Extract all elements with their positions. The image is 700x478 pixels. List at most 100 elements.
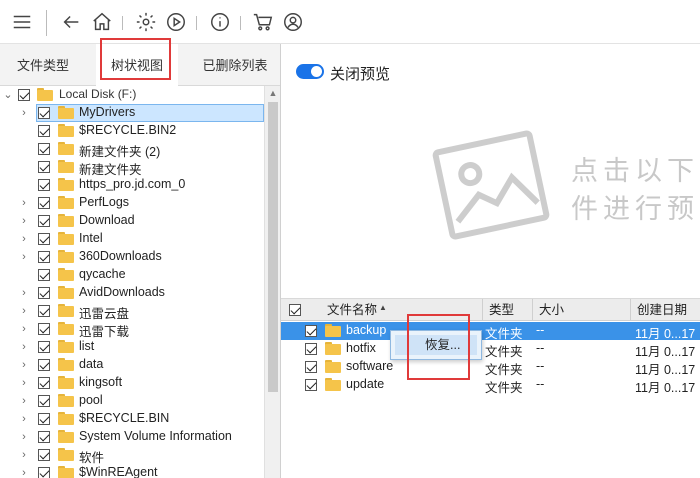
checkbox[interactable]: [38, 341, 50, 353]
checkbox[interactable]: [38, 107, 50, 119]
tree-item[interactable]: › list: [0, 338, 264, 356]
expand-right-icon[interactable]: ›: [19, 215, 29, 227]
expand-right-icon[interactable]: ›: [19, 233, 29, 245]
expand-right-icon[interactable]: ›: [19, 395, 29, 407]
expand-right-icon[interactable]: ›: [19, 305, 29, 317]
col-header-date[interactable]: 创建日期: [631, 299, 700, 321]
select-all-checkbox[interactable]: [289, 304, 301, 316]
tree-item[interactable]: qycache: [0, 266, 264, 284]
user-icon[interactable]: [281, 10, 305, 34]
checkbox[interactable]: [18, 89, 30, 101]
folder-icon: [58, 214, 74, 227]
tree-item[interactable]: › AvidDownloads: [0, 284, 264, 302]
expand-right-icon[interactable]: ›: [19, 377, 29, 389]
expand-right-icon[interactable]: ›: [19, 287, 29, 299]
table-row[interactable]: software 文件夹 -- 11月 0...17: [281, 358, 700, 377]
back-icon[interactable]: [59, 10, 83, 34]
checkbox[interactable]: [38, 143, 50, 155]
checkbox[interactable]: [38, 269, 50, 281]
folder-icon: [58, 448, 74, 461]
checkbox[interactable]: [38, 197, 50, 209]
view-tabs: 文件类型 树状视图 已删除列表: [0, 44, 280, 86]
tree-item[interactable]: › MyDrivers: [0, 104, 264, 122]
col-header-type[interactable]: 类型: [483, 299, 533, 321]
checkbox[interactable]: [38, 323, 50, 335]
restore-menu-item[interactable]: 恢复...: [395, 335, 477, 355]
expand-right-icon[interactable]: ›: [19, 413, 29, 425]
table-row[interactable]: update 文件夹 -- 11月 0...17: [281, 376, 700, 395]
tree-item[interactable]: › 迅雷云盘: [0, 302, 264, 321]
scroll-thumb[interactable]: [268, 102, 278, 392]
tree-item[interactable]: › pool: [0, 392, 264, 410]
tree-item[interactable]: › 软件: [0, 446, 264, 465]
tree-item[interactable]: › kingsoft: [0, 374, 264, 392]
tree-item[interactable]: › 迅雷下载: [0, 320, 264, 339]
toolbar-divider: [46, 10, 47, 36]
tree-item[interactable]: 新建文件夹 (2): [0, 140, 264, 159]
expand-right-icon[interactable]: ›: [19, 431, 29, 443]
expand-right-icon[interactable]: ›: [19, 467, 29, 478]
tree-scrollbar[interactable]: ▲: [264, 86, 280, 478]
tree-item[interactable]: https_pro.jd.com_0: [0, 176, 264, 194]
checkbox[interactable]: [305, 343, 317, 355]
expand-down-icon[interactable]: ⌄: [3, 89, 13, 101]
expand-right-icon[interactable]: ›: [19, 323, 29, 335]
expand-right-icon[interactable]: ›: [19, 359, 29, 371]
checkbox[interactable]: [38, 395, 50, 407]
tree-item[interactable]: › Intel: [0, 230, 264, 248]
tab-tree-view[interactable]: 树状视图: [96, 44, 178, 86]
tree-root[interactable]: ⌄ Local Disk (F:): [0, 86, 264, 104]
col-header-size[interactable]: 大小: [533, 299, 631, 321]
expand-right-icon[interactable]: ›: [19, 449, 29, 461]
checkbox[interactable]: [38, 215, 50, 227]
tree-item[interactable]: › System Volume Information: [0, 428, 264, 446]
checkbox[interactable]: [38, 125, 50, 137]
play-icon[interactable]: [164, 10, 188, 34]
table-row[interactable]: backup 文件夹 -- 11月 0...17: [281, 322, 700, 341]
checkbox[interactable]: [38, 377, 50, 389]
expand-right-icon[interactable]: ›: [19, 251, 29, 263]
settings-icon[interactable]: [134, 10, 158, 34]
folder-icon: [58, 394, 74, 407]
tree-item[interactable]: › $WinREAgent: [0, 464, 264, 478]
tree-item-label: https_pro.jd.com_0: [79, 177, 186, 191]
tab-file-types[interactable]: 文件类型: [0, 44, 86, 86]
expand-right-icon[interactable]: ›: [19, 197, 29, 209]
tree-item[interactable]: › PerfLogs: [0, 194, 264, 212]
tree-item[interactable]: $RECYCLE.BIN2: [0, 122, 264, 140]
info-icon[interactable]: [208, 10, 232, 34]
checkbox[interactable]: [305, 361, 317, 373]
folder-icon: [58, 412, 74, 425]
tree-item-label: kingsoft: [79, 375, 123, 389]
checkbox[interactable]: [38, 413, 50, 425]
checkbox[interactable]: [38, 287, 50, 299]
checkbox[interactable]: [38, 305, 50, 317]
home-icon[interactable]: [90, 10, 114, 34]
checkbox[interactable]: [38, 161, 50, 173]
checkbox[interactable]: [38, 179, 50, 191]
checkbox[interactable]: [38, 449, 50, 461]
checkbox[interactable]: [38, 359, 50, 371]
tree-item[interactable]: 新建文件夹: [0, 158, 264, 177]
folder-icon: [58, 322, 74, 335]
preview-toggle[interactable]: [296, 64, 324, 79]
checkbox[interactable]: [305, 325, 317, 337]
expand-right-icon[interactable]: ›: [19, 341, 29, 353]
toolbar-divider: [196, 16, 197, 30]
checkbox[interactable]: [38, 431, 50, 443]
checkbox[interactable]: [305, 379, 317, 391]
tree-item[interactable]: › $RECYCLE.BIN: [0, 410, 264, 428]
checkbox[interactable]: [38, 251, 50, 263]
scroll-up-icon[interactable]: ▲: [265, 86, 281, 100]
tree-item[interactable]: › 360Downloads: [0, 248, 264, 266]
col-header-name[interactable]: 文件名称 ▲: [321, 299, 483, 321]
tab-deleted-list[interactable]: 已删除列表: [190, 44, 280, 86]
tree-item[interactable]: › Download: [0, 212, 264, 230]
tree-item[interactable]: › data: [0, 356, 264, 374]
checkbox[interactable]: [38, 233, 50, 245]
expand-right-icon[interactable]: ›: [19, 107, 29, 119]
table-row[interactable]: hotfix 文件夹 -- 11月 0...17: [281, 340, 700, 359]
menu-icon[interactable]: [10, 10, 34, 34]
checkbox[interactable]: [38, 467, 50, 478]
cart-icon[interactable]: [251, 10, 275, 34]
